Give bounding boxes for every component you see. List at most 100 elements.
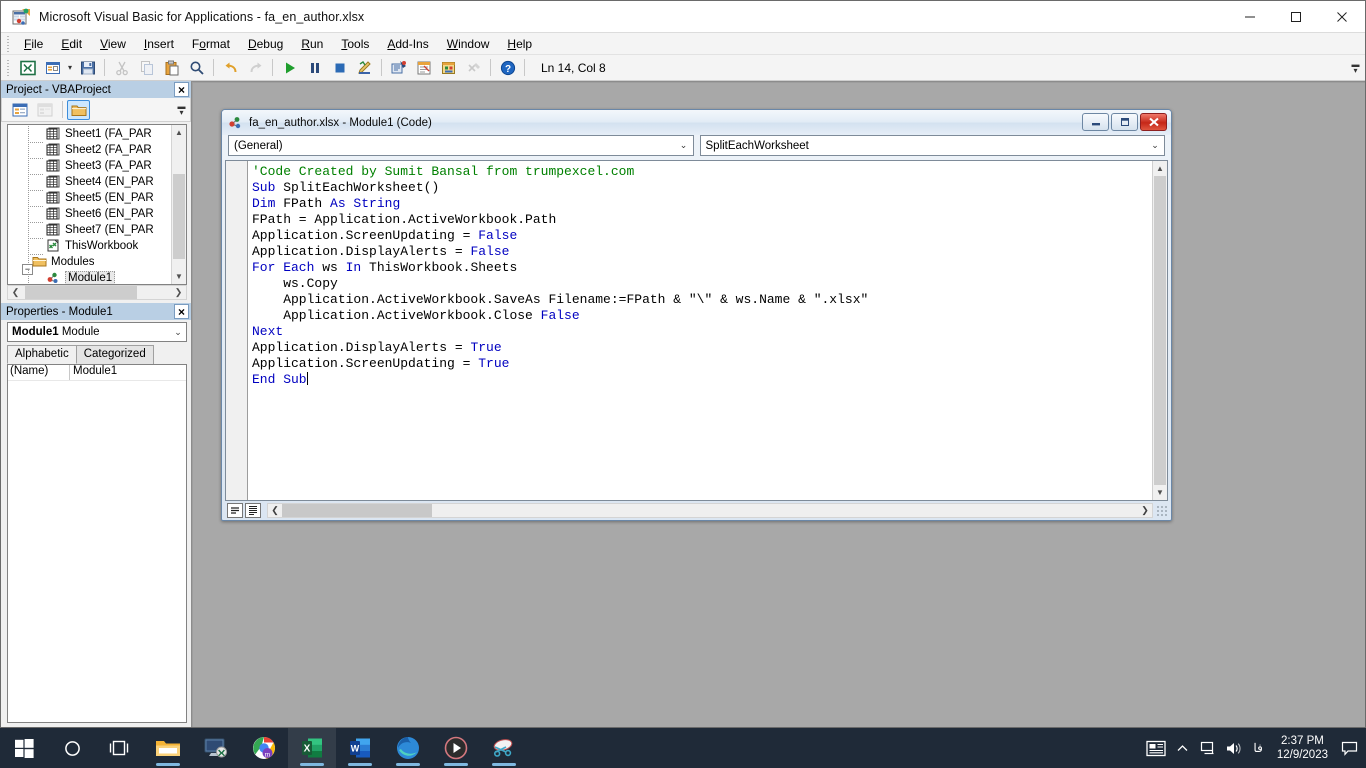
menubar-grip[interactable]	[6, 35, 11, 52]
line-column-indicator[interactable]	[537, 57, 727, 78]
project-tree-item[interactable]: Sheet6 (EN_PAR	[8, 206, 171, 223]
property-row[interactable]: (Name) Module1	[8, 365, 186, 381]
property-value[interactable]: Module1	[70, 365, 186, 380]
project-tree-item[interactable]: Sheet2 (FA_PAR	[8, 142, 171, 159]
undo-icon[interactable]	[219, 57, 242, 79]
tab-alphabetic[interactable]: Alphabetic	[7, 345, 77, 364]
chevron-down-icon[interactable]: ⌄	[170, 327, 186, 338]
toolbar-options-button[interactable]: ▬ ▾	[1350, 58, 1361, 77]
project-tree-horizontal-scrollbar[interactable]: ❮ ❯	[7, 285, 187, 300]
view-excel-icon[interactable]	[16, 57, 39, 79]
volume-icon[interactable]	[1221, 728, 1247, 768]
scroll-thumb[interactable]	[1154, 176, 1166, 485]
menu-help[interactable]: Help	[498, 34, 541, 54]
scroll-thumb[interactable]	[173, 173, 185, 259]
copy-icon[interactable]	[135, 57, 158, 79]
menu-view[interactable]: View	[91, 34, 135, 54]
scroll-down-icon[interactable]: ▼	[1153, 485, 1167, 500]
project-tree-item[interactable]: Sheet3 (FA_PAR	[8, 158, 171, 175]
project-tree-item[interactable]: ThisWorkbook	[8, 238, 171, 255]
project-tree-vertical-scrollbar[interactable]: ▲ ▼	[171, 125, 186, 284]
task-view-button[interactable]	[96, 728, 144, 768]
properties-close-icon[interactable]: ×	[174, 304, 189, 319]
redo-icon[interactable]	[244, 57, 267, 79]
properties-object-dropdown[interactable]: Module1 Module ⌄	[7, 322, 187, 342]
design-mode-icon[interactable]	[353, 57, 376, 79]
scroll-thumb[interactable]	[25, 286, 137, 299]
pause-icon[interactable]	[303, 57, 326, 79]
news-and-interests-icon[interactable]	[1143, 728, 1169, 768]
save-icon[interactable]	[76, 57, 99, 79]
scroll-left-icon[interactable]: ❮	[268, 505, 282, 516]
chevron-down-icon[interactable]: ⌄	[1146, 140, 1164, 151]
code-vertical-scrollbar[interactable]: ▲ ▼	[1152, 161, 1167, 500]
object-browser-icon[interactable]	[437, 57, 460, 79]
menu-add-ins[interactable]: Add-Ins	[378, 34, 437, 54]
show-hidden-icons-chevron-icon[interactable]	[1169, 728, 1195, 768]
project-tree-item[interactable]: − Modules	[8, 254, 171, 275]
search-button[interactable]	[48, 728, 96, 768]
network-icon[interactable]	[1195, 728, 1221, 768]
properties-window-icon[interactable]	[412, 57, 435, 79]
code-margin-indicator-bar[interactable]	[226, 161, 248, 500]
menu-tools[interactable]: Tools	[332, 34, 378, 54]
scroll-left-icon[interactable]: ❮	[8, 287, 23, 298]
scroll-track[interactable]	[172, 140, 186, 269]
clock[interactable]: 2:37 PM 12/9/2023	[1269, 734, 1336, 762]
project-tree-item[interactable]: Sheet1 (FA_PAR	[8, 126, 171, 143]
code-window-titlebar[interactable]: fa_en_author.xlsx - Module1 (Code)	[222, 110, 1171, 135]
procedure-dropdown[interactable]: SplitEachWorksheet ⌄	[699, 135, 1165, 156]
cut-icon[interactable]	[110, 57, 133, 79]
menu-window[interactable]: Window	[438, 34, 499, 54]
scroll-right-icon[interactable]: ❯	[1138, 505, 1152, 516]
scroll-right-icon[interactable]: ❯	[171, 287, 186, 298]
snipping-tool-taskbar-icon[interactable]	[480, 728, 528, 768]
code-text[interactable]: 'Code Created by Sumit Bansal from trump…	[248, 161, 1152, 500]
menu-insert[interactable]: Insert	[135, 34, 183, 54]
object-dropdown[interactable]: (General) ⌄	[228, 135, 694, 156]
toolbar-grip[interactable]	[6, 59, 11, 76]
project-tree-item[interactable]: Sheet7 (EN_PAR	[8, 222, 171, 239]
code-window-close-button[interactable]	[1140, 113, 1167, 131]
close-button[interactable]	[1319, 1, 1365, 33]
menu-format[interactable]: Format	[183, 34, 239, 54]
project-explorer-icon[interactable]	[387, 57, 410, 79]
chrome-taskbar-icon[interactable]: m	[240, 728, 288, 768]
find-icon[interactable]	[185, 57, 208, 79]
project-tree-item[interactable]: Module1	[8, 270, 171, 284]
scroll-track[interactable]	[1153, 176, 1167, 485]
help-icon[interactable]: ?	[496, 57, 519, 79]
code-window-maximize-button[interactable]	[1111, 113, 1138, 131]
run-icon[interactable]	[278, 57, 301, 79]
media-player-taskbar-icon[interactable]	[432, 728, 480, 768]
scroll-up-icon[interactable]: ▲	[172, 125, 186, 140]
project-tree[interactable]: Sheet1 (FA_PAR Sheet2 (FA_PAR Sheet3 (FA_P…	[8, 125, 171, 284]
view-object-icon[interactable]	[33, 100, 56, 120]
file-explorer-taskbar-icon[interactable]	[144, 728, 192, 768]
stop-icon[interactable]	[328, 57, 351, 79]
menu-file[interactable]: File	[15, 34, 52, 54]
project-tree-item[interactable]: Sheet5 (EN_PAR	[8, 190, 171, 207]
scroll-track[interactable]	[23, 286, 171, 299]
scroll-up-icon[interactable]: ▲	[1153, 161, 1167, 176]
notifications-icon[interactable]	[1336, 728, 1362, 768]
code-horizontal-scrollbar[interactable]: ❮ ❯	[267, 503, 1153, 518]
menu-run[interactable]: Run	[292, 34, 332, 54]
excel-taskbar-icon[interactable]: X	[288, 728, 336, 768]
menu-debug[interactable]: Debug	[239, 34, 292, 54]
scroll-down-icon[interactable]: ▼	[172, 269, 186, 284]
project-tree-item[interactable]: Sheet4 (EN_PAR	[8, 174, 171, 191]
word-taskbar-icon[interactable]: W	[336, 728, 384, 768]
resize-grip[interactable]	[1156, 504, 1168, 517]
toolbox-icon[interactable]	[462, 57, 485, 79]
chevron-down-icon[interactable]: ⌄	[675, 140, 693, 151]
scroll-track[interactable]	[282, 504, 1138, 517]
procedure-view-icon[interactable]	[227, 503, 243, 518]
insert-userform-icon[interactable]	[41, 57, 64, 79]
edge-taskbar-icon[interactable]	[384, 728, 432, 768]
tab-categorized[interactable]: Categorized	[75, 345, 154, 364]
remote-desktop-taskbar-icon[interactable]	[192, 728, 240, 768]
project-explorer-close-icon[interactable]: ×	[174, 82, 189, 97]
full-module-view-icon[interactable]	[245, 503, 261, 518]
paste-icon[interactable]	[160, 57, 183, 79]
